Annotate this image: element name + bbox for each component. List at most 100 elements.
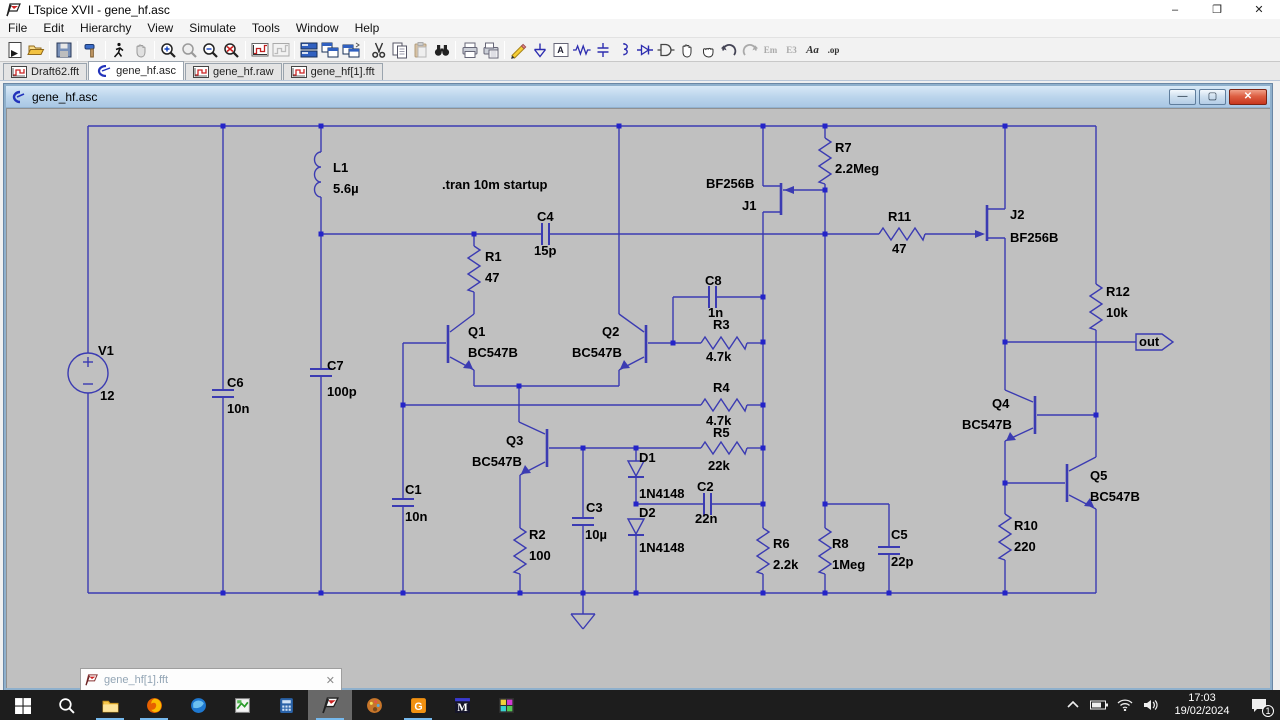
move-button[interactable] [676,40,697,60]
taskbar-explorer-icon[interactable] [88,690,132,720]
taskbar-tiles-app-icon[interactable] [484,690,528,720]
menu-item-help[interactable]: Help [347,19,388,37]
window-titlebar: LTspice XVII - gene_hf.asc [0,0,1280,19]
child-minimize-button[interactable]: — [1169,89,1196,105]
mini-window-gene-hf1-fft[interactable]: gene_hf[1].fft ✕ [80,668,342,692]
zoom-back-button[interactable] [179,40,200,60]
menu-item-edit[interactable]: Edit [35,19,72,37]
taskbar-start-button[interactable] [0,690,44,720]
run-button[interactable] [109,40,130,60]
plot-settings-button[interactable] [249,40,270,60]
menu-item-file[interactable]: File [0,19,35,37]
inductor-button[interactable] [613,40,634,60]
menu-item-tools[interactable]: Tools [244,19,288,37]
draw-wire-button[interactable] [508,40,529,60]
svg-text:BF256B: BF256B [1010,230,1058,245]
tab-gene-hf-asc[interactable]: gene_hf.asc [88,61,185,80]
svg-text:R7: R7 [835,140,852,155]
notification-center-icon[interactable]: 1 [1242,690,1276,720]
net-label-button[interactable]: A [550,40,571,60]
tab-draft62-fft[interactable]: Draft62.fft [3,63,88,80]
taskbar-ltspice-icon[interactable] [308,690,352,720]
svg-text:BC547B: BC547B [1090,489,1140,504]
cascade-button[interactable] [340,40,361,60]
plot-disabled-button[interactable] [270,40,291,60]
tray-chevron-icon[interactable] [1062,690,1084,720]
menu-item-window[interactable]: Window [288,19,347,37]
mirror-button[interactable]: Em [760,40,781,60]
find-button[interactable] [431,40,452,60]
menu-item-simulate[interactable]: Simulate [181,19,244,37]
window-close-button[interactable]: ✕ [1238,0,1280,19]
redo-button[interactable] [739,40,760,60]
mini-window-close-button[interactable]: ✕ [326,674,335,687]
schematic-doc-icon [12,90,25,103]
undo-button[interactable] [718,40,739,60]
toolbar-separator [364,40,365,59]
svg-text:1N4148: 1N4148 [639,486,685,501]
svg-text:.tran 10m startup: .tran 10m startup [442,177,548,192]
diode-button[interactable] [634,40,655,60]
halt-button[interactable] [130,40,151,60]
toolbar-separator [294,40,295,59]
menu-item-hierarchy[interactable]: Hierarchy [72,19,139,37]
menu-bar: File Edit Hierarchy View Simulate Tools Window… [0,19,1280,38]
svg-text:Q2: Q2 [602,324,619,339]
ground-button[interactable] [529,40,550,60]
tab-gene-hf-1-fft[interactable]: gene_hf[1].fft [282,63,383,80]
print-button[interactable] [459,40,480,60]
svg-text:12: 12 [100,388,114,403]
spice-directive-button[interactable]: .op [823,40,844,60]
child-maximize-button[interactable]: ▢ [1199,89,1226,105]
print-preview-button[interactable] [480,40,501,60]
capacitor-button[interactable] [592,40,613,60]
battery-icon[interactable] [1088,690,1110,720]
tile-horizontal-button[interactable] [298,40,319,60]
new-schematic-button[interactable] [4,40,25,60]
window-maximize-button[interactable]: ❐ [1196,0,1238,19]
taskbar-m-app-icon[interactable]: M [440,690,484,720]
toolbar-separator [154,40,155,59]
schematic-canvas[interactable]: L1 5.6µ .tran 10m startup C4 15p R1 47 V1 12 C6 10… [6,108,1270,688]
svg-text:C6: C6 [227,375,244,390]
volume-icon[interactable] [1140,690,1162,720]
zoom-out-button[interactable] [200,40,221,60]
taskbar-clock[interactable]: 17:03 19/02/2024 [1166,692,1238,718]
rotate-button[interactable]: E3 [781,40,802,60]
cut-button[interactable] [368,40,389,60]
taskbar-search-icon[interactable] [44,690,88,720]
taskbar-browser-blue-icon[interactable] [176,690,220,720]
child-close-button[interactable]: ✕ [1229,89,1267,105]
taskbar-palette-app-icon[interactable] [352,690,396,720]
copy-button[interactable] [389,40,410,60]
waveform-icon [11,66,27,78]
window-minimize-button[interactable]: – [1154,0,1196,19]
component-button[interactable] [655,40,676,60]
control-panel-button[interactable] [81,40,102,60]
drag-button[interactable] [697,40,718,60]
tab-gene-hf-raw[interactable]: gene_hf.raw [185,63,282,80]
taskbar-green-app-icon[interactable] [220,690,264,720]
tile-vertical-button[interactable] [319,40,340,60]
paste-button[interactable] [410,40,431,60]
save-button[interactable] [53,40,74,60]
zoom-extents-button[interactable] [221,40,242,60]
open-button[interactable] [25,40,46,60]
clock-time: 17:03 [1188,692,1216,704]
menu-item-view[interactable]: View [139,19,181,37]
ltspice-logo-icon [85,674,98,686]
taskbar-calculator-icon[interactable] [264,690,308,720]
taskbar-g-app-icon[interactable]: G [396,690,440,720]
svg-text:Q1: Q1 [468,324,485,339]
taskbar-firefox-icon[interactable] [132,690,176,720]
svg-text:2.2k: 2.2k [773,557,799,572]
wifi-icon[interactable] [1114,690,1136,720]
svg-text:22p: 22p [891,554,913,569]
svg-text:BC547B: BC547B [962,417,1012,432]
svg-text:1N4148: 1N4148 [639,540,685,555]
resistor-button[interactable] [571,40,592,60]
child-titlebar[interactable]: gene_hf.asc [6,86,1270,108]
svg-text:100: 100 [529,548,551,563]
zoom-in-button[interactable] [158,40,179,60]
text-tool-button[interactable]: Aa [802,40,823,60]
